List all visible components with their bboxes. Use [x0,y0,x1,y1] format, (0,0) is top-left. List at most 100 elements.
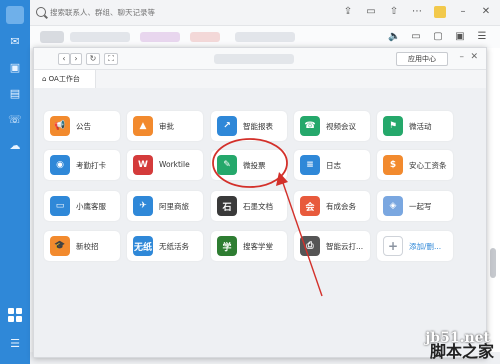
app-card[interactable]: 📢 公告 [44,111,120,141]
screen-icon[interactable]: ▭ [365,6,377,18]
app-card[interactable]: $ 安心工资条 [377,150,453,180]
app-card[interactable]: ⎙ 智能云打... [294,231,370,261]
app-label: 审批 [159,122,174,131]
tab-oa-workbench[interactable]: ⌂ OA工作台 [34,70,96,88]
app-label: 小鹰客服 [76,202,106,211]
shimo-icon: 石 [217,196,237,216]
workbench-icon[interactable]: ▣ [8,60,22,74]
app-label: 阿里商旅 [159,202,189,211]
blurred-title [214,54,294,64]
salary-icon: $ [383,155,403,175]
message-icon[interactable]: ✉ [8,34,22,48]
app-label: 石墨文档 [243,202,273,211]
upload-icon[interactable]: ⇧ [388,6,400,18]
settings-icon[interactable]: ☰ [476,31,488,43]
stamp-icon: ▲ [133,116,153,136]
watermark-brand: 脚本之家 [429,342,494,361]
search-icon [36,7,46,17]
app-card[interactable]: 无纸 无纸活务 [127,231,203,261]
minimize-icon[interactable]: – [460,52,465,62]
home-icon: ⌂ [42,75,49,83]
app-card[interactable]: ✈ 阿里商旅 [127,191,203,221]
travel-icon: ✈ [133,196,153,216]
app-center-button[interactable]: 应用中心 [396,52,448,66]
menu-icon[interactable]: ☰ [8,336,22,350]
app-card[interactable]: ◈ 一起写 [377,191,453,221]
more-icon[interactable]: ⋯ [411,6,423,18]
app-label: Worktile [159,160,190,169]
write-icon: ◈ [383,196,403,216]
app-card[interactable]: ⚑ 微活动 [377,111,453,141]
app-label: 考勤打卡 [76,161,106,170]
volume-icon[interactable]: 🔈 [388,31,400,43]
app-card[interactable]: ≡ 日志 [294,150,370,180]
chart-icon: ↗ [217,116,237,136]
app-card[interactable]: 学搜客学堂 [211,231,287,261]
image-icon[interactable]: ▣ [454,31,466,43]
app-label: 微活动 [409,122,432,131]
blurred-name [70,32,130,42]
user-avatar[interactable] [434,6,446,18]
close-icon[interactable]: ✕ [480,6,492,18]
avatar[interactable] [6,6,24,24]
cloud-icon[interactable]: ☁ [8,138,22,152]
monitor-icon[interactable]: ▭ [410,31,422,43]
top-bar: ⇪ ▭ ⇧ ⋯ – ✕ [30,0,500,26]
document-icon[interactable]: ▤ [8,86,22,100]
paperless-icon: 无纸 [133,236,153,256]
back-button[interactable]: ‹ [58,53,70,65]
school-icon: 学 [217,236,237,256]
app-label: 有成会务 [326,202,356,211]
app-label: 添加/删... [409,242,442,251]
blurred-avatar [40,31,64,43]
app-card[interactable]: ▭ 小鹰客服 [44,191,120,221]
recruit-icon: 🎓 [50,236,70,256]
app-card[interactable]: + 添加/删... [377,231,453,261]
blurred-text [235,32,295,42]
folder-icon[interactable]: ▢ [432,31,444,43]
blurred-text [140,32,180,42]
app-label: 智能报表 [243,122,273,131]
app-card[interactable]: ↗ 智能报表 [211,111,287,141]
chat-tools: 🔈 ▭ ▢ ▣ ☰ [388,31,488,43]
app-card[interactable]: 会有成会务 [294,191,370,221]
close-icon[interactable]: ✕ [470,52,478,62]
app-card[interactable]: 石石墨文档 [211,191,287,221]
add-icon: + [383,236,403,256]
chat-header: 🔈 ▭ ▢ ▣ ☰ [30,26,500,48]
sidebar: ✉ ▣ ▤ ☏ ☁ ☰ [0,0,30,364]
video-call-icon: ☎ [300,116,320,136]
app-label: 智能云打... [326,242,364,251]
forward-button[interactable]: › [70,53,82,65]
app-card[interactable]: ▲ 审批 [127,111,203,141]
app-label: 视频会议 [326,122,356,131]
megaphone-icon: 📢 [50,116,70,136]
phone-icon[interactable]: ☏ [8,112,22,126]
blurred-text [190,32,220,42]
app-card[interactable]: W Worktile [127,150,203,180]
apps-grid-icon[interactable] [8,308,22,322]
location-icon: ◉ [50,155,70,175]
app-card[interactable]: 🎓 新校招 [44,231,120,261]
app-label: 安心工资条 [409,161,447,170]
worktile-icon: W [133,155,153,175]
printer-icon: ⎙ [300,236,320,256]
app-label: 微投票 [243,161,266,170]
search-input[interactable] [50,4,230,21]
app-card[interactable]: ◉ 考勤打卡 [44,150,120,180]
top-toolbar: ⇪ ▭ ⇧ ⋯ – ✕ [342,6,492,18]
activity-icon: ⚑ [383,116,403,136]
app-card[interactable]: ☎ 视频会议 [294,111,370,141]
minimize-icon[interactable]: – [457,6,469,18]
scrollbar[interactable] [490,248,496,278]
app-label: 搜客学堂 [243,242,273,251]
vote-icon: ✎ [217,155,237,175]
fullscreen-button[interactable]: ⛶ [104,53,118,65]
app-center-label: 应用中心 [408,55,436,63]
refresh-button[interactable]: ↻ [86,53,100,65]
share-icon[interactable]: ⇪ [342,6,354,18]
app-label: 无纸活务 [159,242,189,251]
app-card[interactable]: ✎ 微投票 [211,150,287,180]
app-label: 新校招 [76,242,99,251]
tab-label: OA工作台 [48,75,80,83]
